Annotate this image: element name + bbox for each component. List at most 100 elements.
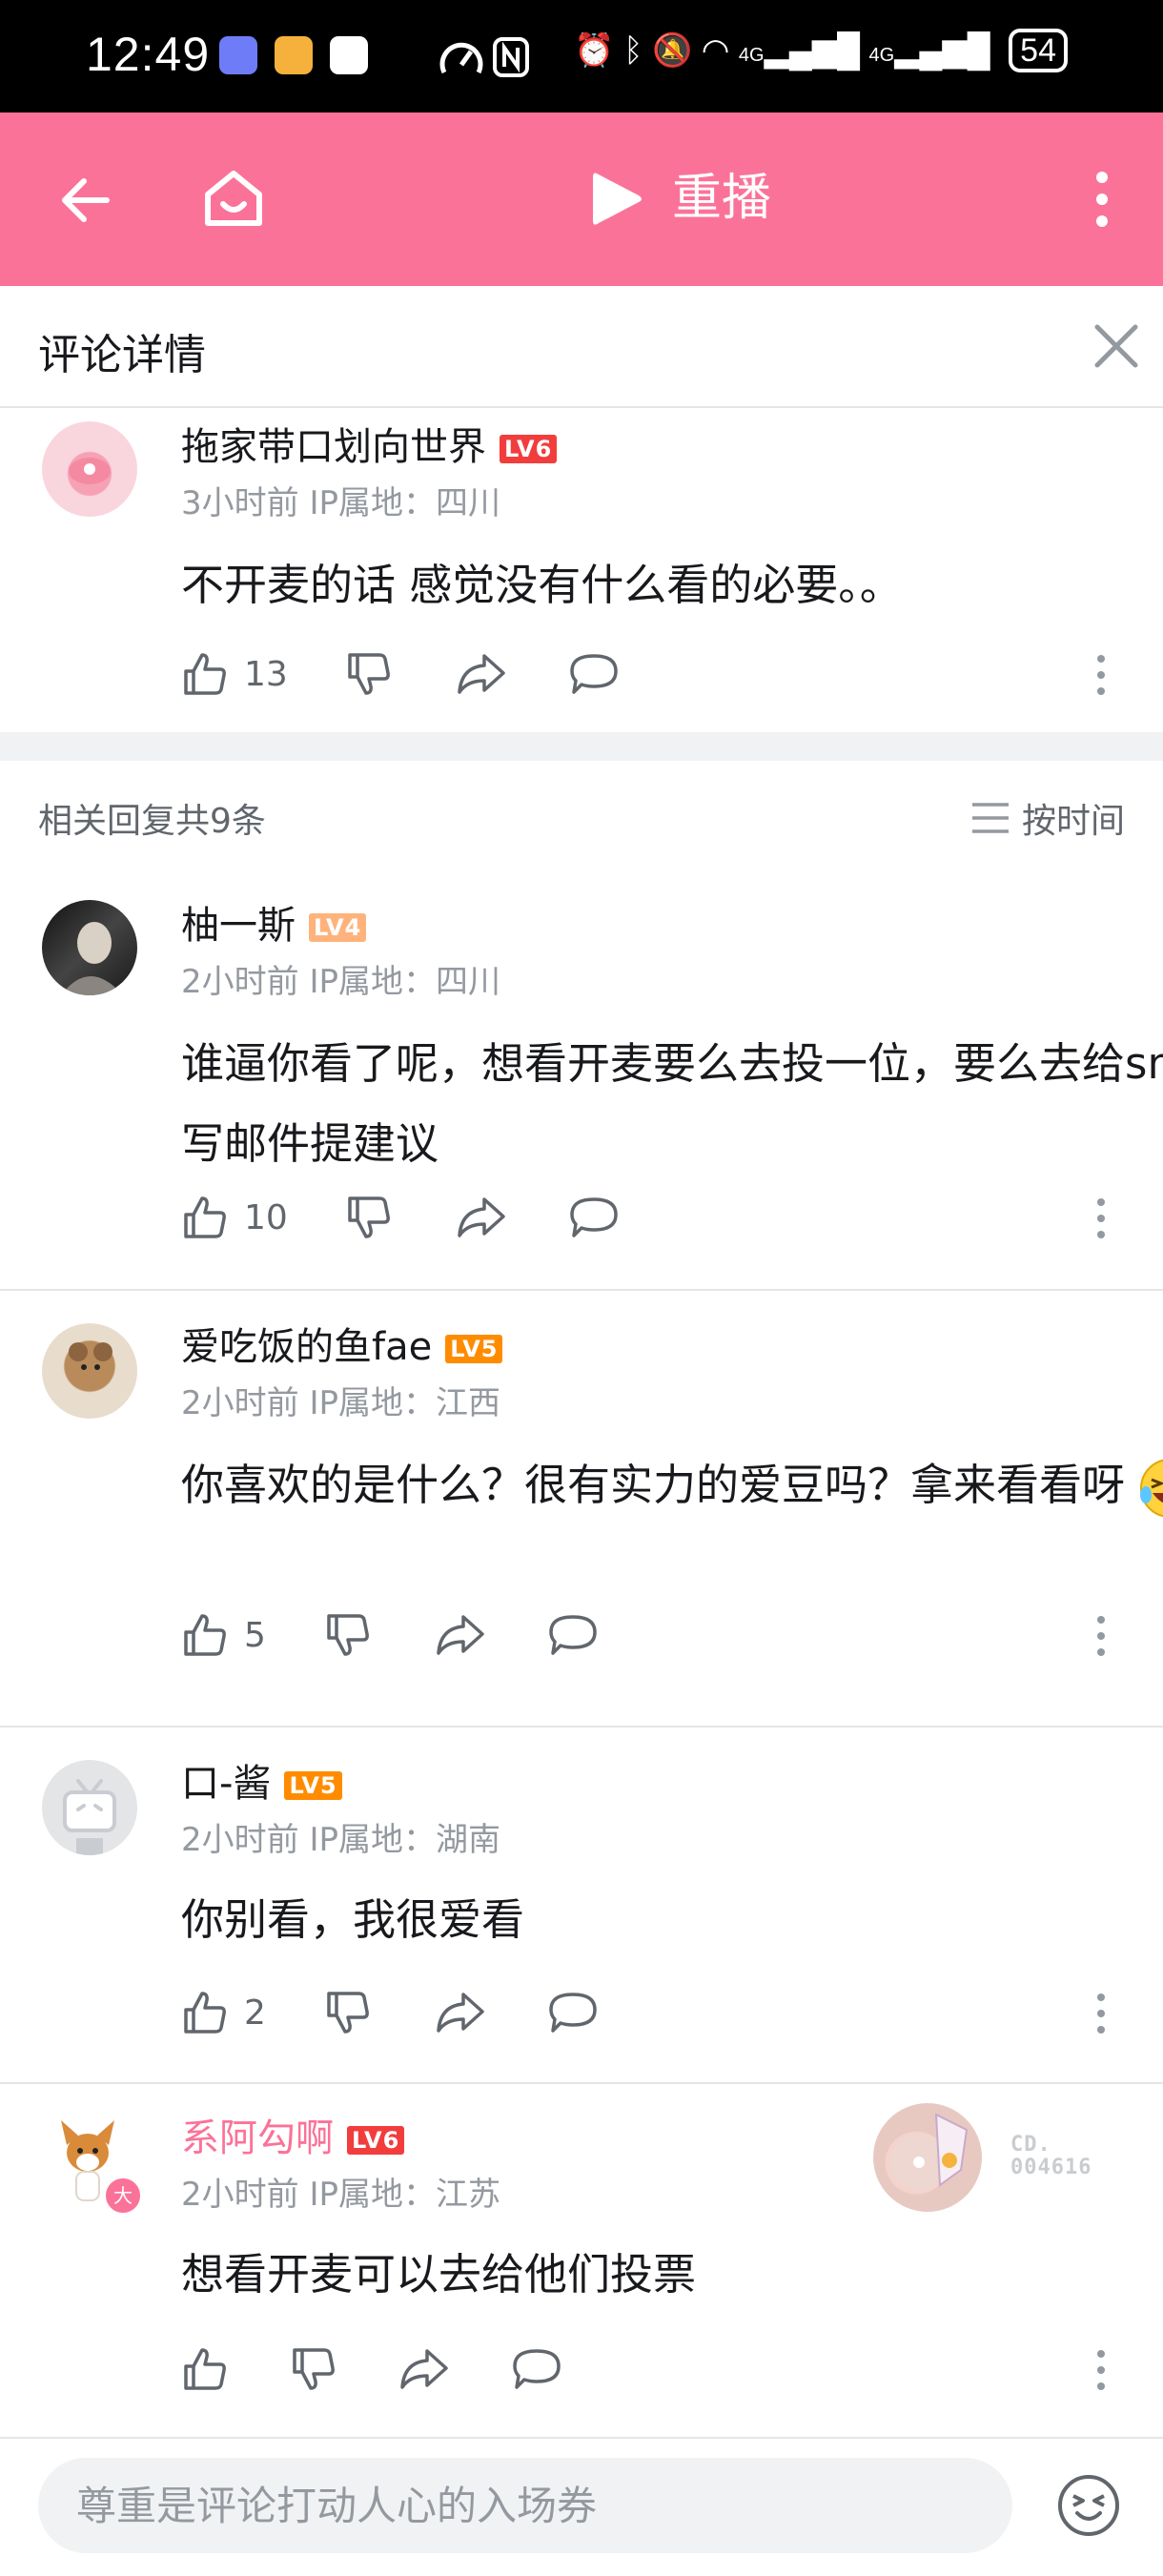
signal-icon: 4G▂▄▆█	[868, 32, 990, 69]
alarm-icon: ⏰	[574, 32, 615, 69]
play-icon[interactable]	[587, 166, 646, 233]
comment-meta: 2小时前 IP属地：江西	[181, 1384, 500, 1422]
username[interactable]: 口-酱 LV5	[181, 1752, 342, 1808]
share-icon[interactable]	[435, 1613, 486, 1657]
dislike-icon[interactable]	[345, 1194, 393, 1241]
replies-count: 相关回复共9条	[38, 802, 266, 841]
level-badge: LV4	[309, 913, 367, 942]
level-badge: LV6	[347, 2126, 405, 2155]
username[interactable]: 柚一斯 LV4	[181, 894, 367, 950]
comment-detail-header: 评论详情	[0, 286, 1163, 408]
share-icon[interactable]	[435, 1991, 486, 2034]
vip-badge: 大	[103, 2176, 143, 2216]
thumb-up-icon	[184, 1614, 226, 1656]
thumb-up-icon	[184, 1196, 226, 1238]
like-count: 10	[244, 1197, 288, 1237]
section-divider	[0, 732, 1163, 761]
like-count: 13	[244, 654, 288, 694]
signal-icon: 4G▂▄▆█	[738, 32, 861, 69]
more-icon[interactable]	[1096, 2349, 1106, 2391]
thumb-up-icon	[184, 653, 226, 695]
reply-icon[interactable]	[547, 1991, 599, 2034]
speed-icon	[439, 42, 483, 74]
comment-meta: 2小时前 IP属地：江苏	[181, 2176, 500, 2214]
share-icon[interactable]	[456, 1196, 507, 1239]
status-indicators: ⏰ ᛒ 🔕 ◠ 4G▂▄▆█ 4G▂▄▆█ 54	[574, 29, 1068, 72]
like-button[interactable]: 13	[181, 650, 288, 698]
like-button[interactable]: 5	[181, 1611, 266, 1659]
wifi-icon: ◠	[701, 32, 730, 69]
username-text[interactable]: 系阿勾啊	[181, 2116, 334, 2160]
dislike-icon[interactable]	[290, 2345, 337, 2393]
reply-item: 柚一斯 LV4 2小时前 IP属地：四川 谁逼你看了呢，想看开麦要么去投一位，要么…	[0, 877, 1163, 1287]
more-icon[interactable]	[1096, 1615, 1106, 1657]
comment-text: 你喜欢的是什么？很有实力的爱豆吗？拿来看看呀	[181, 1460, 1126, 1510]
avatar[interactable]: 大	[42, 2113, 143, 2216]
reply-icon[interactable]	[547, 1613, 599, 1657]
share-icon[interactable]	[398, 2347, 450, 2391]
sort-label[interactable]: 按时间	[1022, 793, 1125, 843]
battery-level: 54	[1020, 32, 1056, 69]
fan-badge-line: 004616	[1010, 2156, 1092, 2179]
reply-icon[interactable]	[568, 652, 620, 696]
sort-icon	[971, 803, 1009, 833]
avatar[interactable]	[42, 1760, 137, 1855]
like-button[interactable]: 2	[181, 1989, 266, 2036]
comment-meta: 2小时前 IP属地：湖南	[181, 1821, 500, 1859]
comment-meta: 3小时前 IP属地：四川	[181, 484, 500, 522]
more-icon[interactable]	[1096, 654, 1106, 696]
like-button[interactable]: 10	[181, 1194, 288, 1241]
more-icon[interactable]	[1096, 1197, 1106, 1239]
status-bar: 12:49 ⏰ ᛒ 🔕 ◠ 4G▂▄▆█ 4G▂▄▆█ 54	[0, 0, 1163, 112]
level-badge: LV5	[445, 1335, 503, 1363]
back-icon[interactable]	[55, 172, 116, 229]
username-text[interactable]: 柚一斯	[181, 904, 296, 948]
reply-item: 大 系阿勾啊 LV6 2小时前 IP属地：江苏 CD. 004616 想看开麦可以…	[0, 2084, 1163, 2437]
avatar[interactable]	[42, 900, 137, 995]
dislike-icon[interactable]	[345, 650, 393, 698]
username[interactable]: 系阿勾啊 LV6	[181, 2107, 405, 2162]
vip-badge-text: 大	[113, 2184, 133, 2207]
comment-input[interactable]	[38, 2458, 1012, 2553]
reply-item: 爱吃饭的鱼fae LV5 2小时前 IP属地：江西 你喜欢的是什么？很有实力的爱豆…	[0, 1291, 1163, 1726]
comment-content: 谁逼你看了呢，想看开麦要么去投一位，要么去给sm写邮件提建议	[181, 1038, 1163, 1169]
replay-title[interactable]: 重播	[672, 164, 771, 233]
comment-content: 你别看，我很爱看	[181, 1894, 525, 1945]
level-badge: LV6	[500, 435, 558, 463]
more-icon[interactable]	[1096, 1993, 1106, 2034]
app-notification-icon	[219, 36, 257, 74]
dislike-icon[interactable]	[324, 1611, 372, 1659]
username-text[interactable]: 拖家带口划向世界	[181, 425, 486, 469]
mute-icon: 🔕	[652, 32, 693, 69]
username-text[interactable]: 爱吃饭的鱼fae	[181, 1325, 432, 1369]
more-options-icon[interactable]	[1092, 168, 1112, 231]
comment-content: 你喜欢的是什么？很有实力的爱豆吗？拿来看看呀	[181, 1445, 1163, 1525]
comment-content: 想看开麦可以去给他们投票	[181, 2249, 697, 2300]
sort-by-time-button[interactable]: 按时间	[970, 793, 1125, 843]
home-icon[interactable]	[200, 166, 267, 233]
emoji-icon[interactable]	[1056, 2473, 1121, 2538]
top-nav-bar: 重播	[0, 112, 1163, 286]
username-text[interactable]: 口-酱	[181, 1762, 271, 1806]
share-icon[interactable]	[456, 652, 507, 696]
fan-badge-number: CD. 004616	[1010, 2134, 1092, 2179]
battery-icon: 54	[1009, 29, 1068, 72]
app-notification-icon	[330, 36, 368, 74]
reply-icon[interactable]	[568, 1196, 620, 1239]
close-icon[interactable]	[1092, 322, 1140, 370]
username[interactable]: 拖家带口划向世界 LV6	[181, 416, 558, 471]
laughing-crying-emoji-icon	[1140, 1459, 1163, 1518]
like-count: 5	[244, 1615, 266, 1655]
reply-icon[interactable]	[511, 2347, 562, 2391]
network-type: 4G	[868, 45, 895, 66]
thumb-up-icon	[184, 1992, 226, 2034]
avatar[interactable]	[42, 1323, 137, 1419]
like-button[interactable]	[181, 2345, 244, 2393]
reply-item: 口-酱 LV5 2小时前 IP属地：湖南 你别看，我很爱看 2	[0, 1728, 1163, 2082]
sheet-title: 评论详情	[38, 331, 206, 379]
avatar[interactable]	[42, 421, 137, 517]
app-notification-icon	[275, 36, 313, 74]
dislike-icon[interactable]	[324, 1989, 372, 2036]
username[interactable]: 爱吃饭的鱼fae LV5	[181, 1316, 503, 1371]
level-badge: LV5	[284, 1771, 342, 1800]
